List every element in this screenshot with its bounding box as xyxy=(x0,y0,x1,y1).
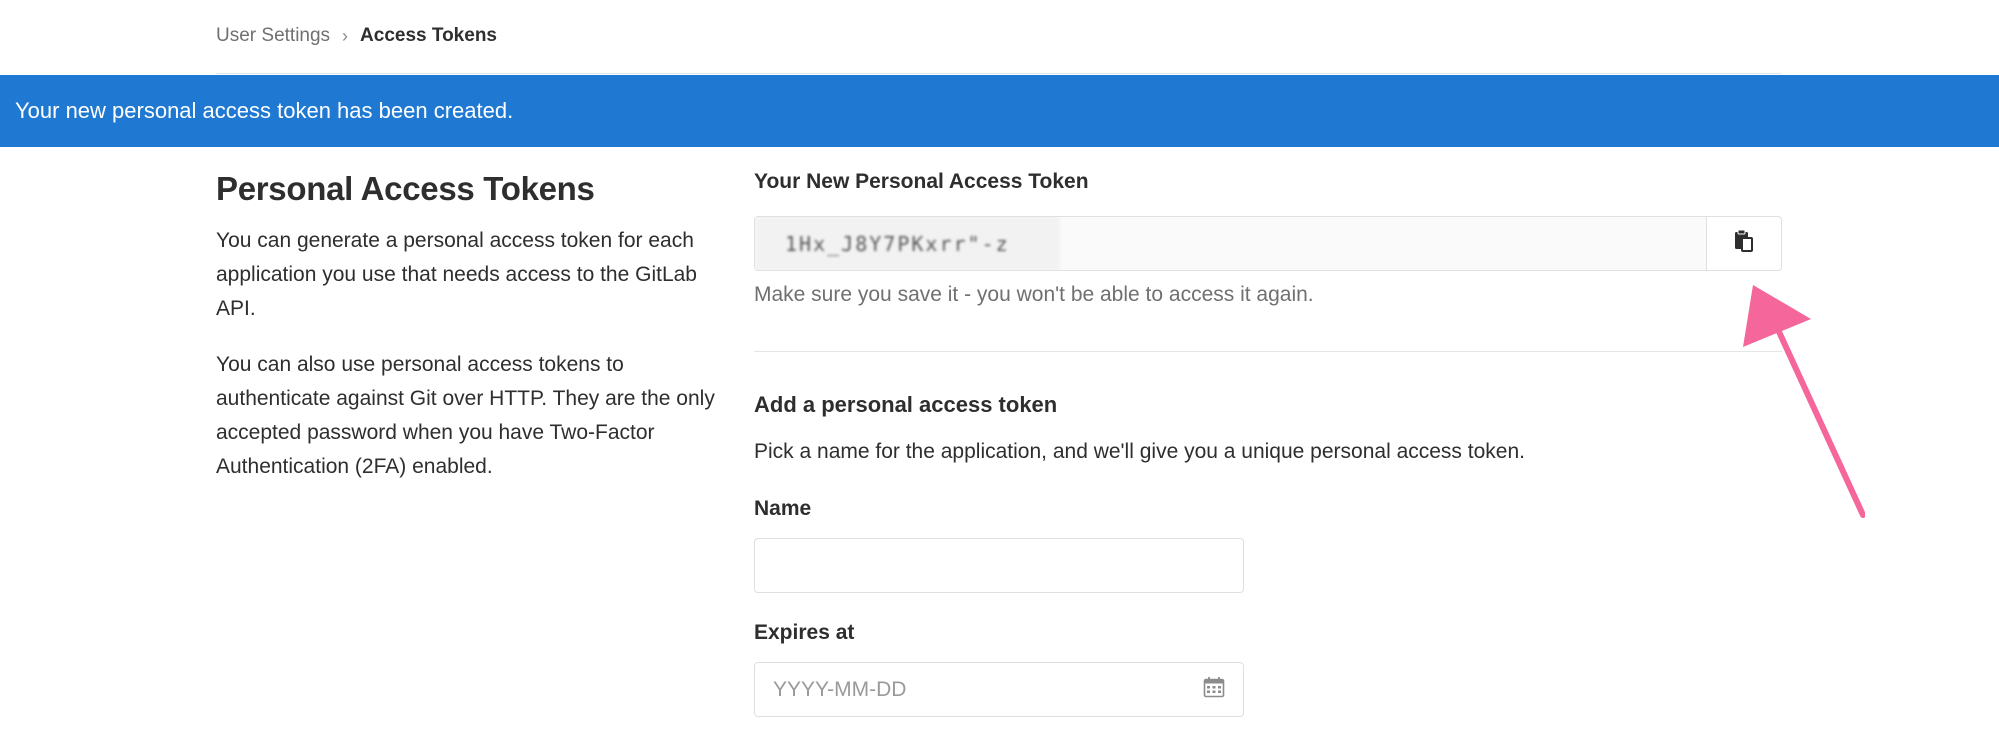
breadcrumb: User Settings › Access Tokens xyxy=(216,22,497,50)
new-token-label: Your New Personal Access Token xyxy=(754,170,1089,193)
token-save-help: Make sure you save it - you won't be abl… xyxy=(754,283,1314,306)
annotation-arrow xyxy=(1743,285,1865,518)
name-input[interactable] xyxy=(754,538,1244,593)
calendar-icon[interactable] xyxy=(1203,676,1225,703)
section-divider xyxy=(754,351,1782,352)
new-token-input[interactable]: 1Hx_J8Y7PKxrr"-z xyxy=(755,217,1706,270)
name-label: Name xyxy=(754,497,812,520)
new-token-section: Your New Personal Access Token xyxy=(754,170,1782,194)
expires-label: Expires at xyxy=(754,621,855,644)
expires-input[interactable]: YYYY-MM-DD xyxy=(754,662,1244,717)
add-token-description: Pick a name for the application, and we'… xyxy=(754,440,1525,463)
flash-notice: Your new personal access token has been … xyxy=(0,75,1999,147)
header-divider xyxy=(216,73,1782,74)
breadcrumb-access-tokens: Access Tokens xyxy=(360,25,497,46)
breadcrumb-separator: › xyxy=(342,25,349,46)
intro-panel: Personal Access Tokens You can generate … xyxy=(216,170,716,506)
clipboard-icon xyxy=(1733,229,1755,258)
intro-paragraph-git: You can also use personal access tokens … xyxy=(216,353,715,478)
flash-message: Your new personal access token has been … xyxy=(15,98,514,123)
new-token-field: 1Hx_J8Y7PKxrr"-z xyxy=(754,216,1782,271)
add-token-title: Add a personal access token xyxy=(754,392,1058,417)
new-token-value: 1Hx_J8Y7PKxrr"-z xyxy=(755,217,1060,270)
copy-token-button[interactable] xyxy=(1706,217,1781,270)
breadcrumb-user-settings[interactable]: User Settings xyxy=(216,25,330,47)
expires-placeholder: YYYY-MM-DD xyxy=(773,677,907,701)
intro-paragraph-api: You can generate a personal access token… xyxy=(216,229,697,320)
page-title: Personal Access Tokens xyxy=(216,170,595,207)
